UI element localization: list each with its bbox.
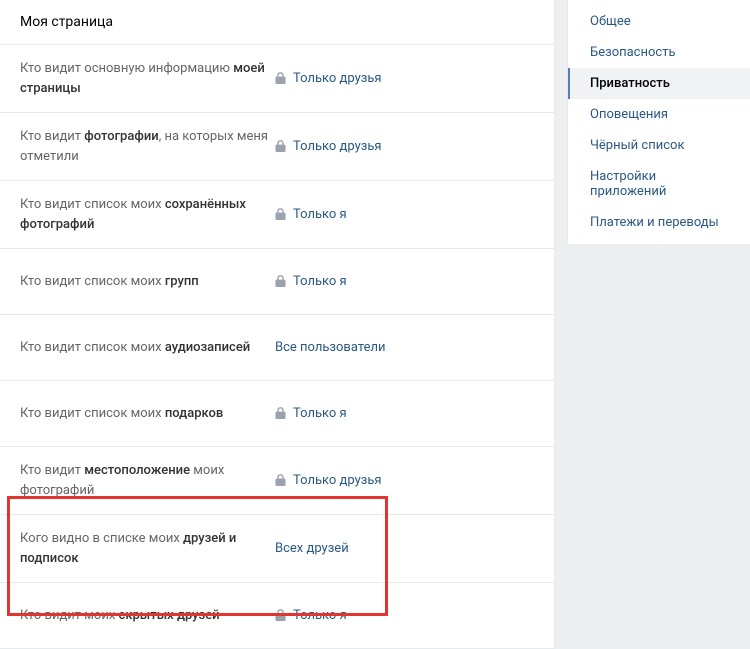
- setting-row: Кто видит список моих подарков Только я: [0, 381, 554, 447]
- setting-label: Кто видит список моих групп: [20, 272, 275, 292]
- setting-value-selector[interactable]: Только я: [275, 207, 347, 222]
- setting-value-text: Только друзья: [293, 139, 382, 154]
- nav-item[interactable]: Чёрный список: [568, 130, 750, 161]
- setting-value-text: Всех друзей: [275, 541, 349, 556]
- setting-label: Кто видит список моих сохранённых фотогр…: [20, 195, 275, 234]
- setting-label: Кто видит список моих подарков: [20, 404, 275, 424]
- setting-row: Кто видит местоположение моих фотографий…: [0, 447, 554, 515]
- setting-value-text: Только друзья: [293, 473, 382, 488]
- nav-item[interactable]: Настройки приложений: [568, 161, 750, 207]
- setting-label: Кто видит фотографии, на которых меня от…: [20, 127, 275, 166]
- setting-row: Кого видно в списке моих друзей и подпис…: [0, 515, 554, 583]
- setting-label: Кто видит местоположение моих фотографий: [20, 461, 275, 500]
- setting-value-selector[interactable]: Только друзья: [275, 71, 382, 86]
- setting-row: Кто видит фотографии, на которых меня от…: [0, 113, 554, 181]
- nav-item[interactable]: Безопасность: [568, 37, 750, 68]
- setting-row: Кто видит моих скрытых друзей Только я: [0, 583, 554, 649]
- setting-label: Кто видит список моих аудиозаписей: [20, 338, 275, 358]
- setting-value-text: Все пользователи: [275, 340, 386, 355]
- setting-row: Кто видит основную информацию моей стран…: [0, 45, 554, 113]
- nav-item[interactable]: Платежи и переводы: [568, 207, 750, 238]
- lock-icon: [275, 474, 286, 487]
- setting-value-selector[interactable]: Только я: [275, 406, 347, 421]
- setting-value-selector[interactable]: Только я: [275, 608, 347, 623]
- lock-icon: [275, 72, 286, 85]
- nav-item[interactable]: Общее: [568, 6, 750, 37]
- setting-value-selector[interactable]: Только я: [275, 274, 347, 289]
- setting-value-text: Только я: [293, 406, 347, 421]
- lock-icon: [275, 275, 286, 288]
- setting-value-text: Только я: [293, 207, 347, 222]
- lock-icon: [275, 140, 286, 153]
- setting-label: Кого видно в списке моих друзей и подпис…: [20, 529, 275, 568]
- nav-item[interactable]: Приватность: [568, 68, 750, 99]
- setting-value-selector[interactable]: Только друзья: [275, 139, 382, 154]
- setting-row: Кто видит список моих сохранённых фотогр…: [0, 181, 554, 249]
- setting-value-selector[interactable]: Только друзья: [275, 473, 382, 488]
- setting-value-text: Только я: [293, 274, 347, 289]
- setting-label: Кто видит моих скрытых друзей: [20, 606, 275, 626]
- setting-value-text: Только друзья: [293, 71, 382, 86]
- setting-value-selector[interactable]: Все пользователи: [275, 340, 386, 355]
- setting-label: Кто видит основную информацию моей стран…: [20, 59, 275, 98]
- setting-value-selector[interactable]: Всех друзей: [275, 541, 349, 556]
- setting-value-text: Только я: [293, 608, 347, 623]
- setting-row: Кто видит список моих аудиозаписейВсе по…: [0, 315, 554, 381]
- settings-list: Кто видит основную информацию моей стран…: [0, 45, 554, 649]
- lock-icon: [275, 609, 286, 622]
- nav-item[interactable]: Оповещения: [568, 99, 750, 130]
- settings-sidebar: ОбщееБезопасностьПриватностьОповещенияЧё…: [567, 0, 750, 244]
- section-title: Моя страница: [0, 0, 554, 45]
- setting-row: Кто видит список моих групп Только я: [0, 249, 554, 315]
- main-content: Моя страница Кто видит основную информац…: [0, 0, 555, 649]
- lock-icon: [275, 407, 286, 420]
- lock-icon: [275, 208, 286, 221]
